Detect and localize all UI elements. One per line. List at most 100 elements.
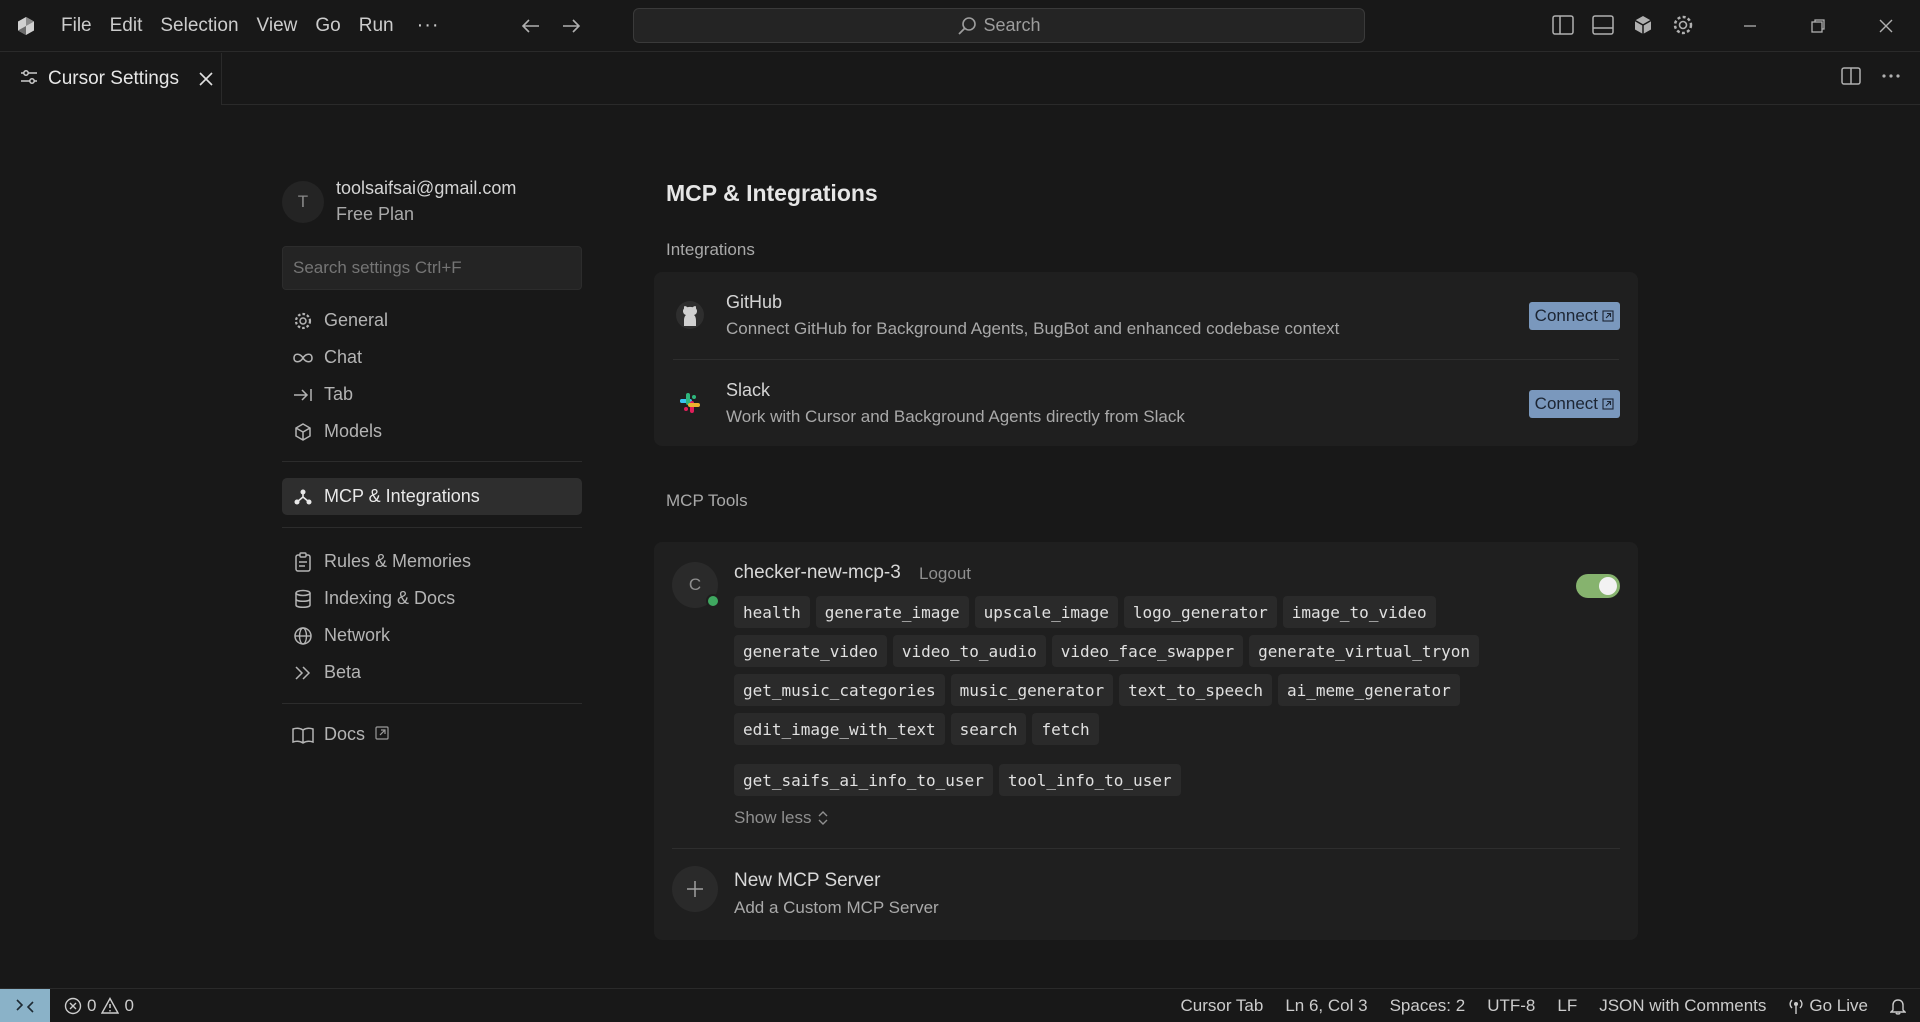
remote-icon — [16, 998, 34, 1013]
menu-file[interactable]: File — [52, 15, 101, 37]
sidebar-item-mcp-integrations[interactable]: MCP & Integrations — [282, 478, 582, 515]
slack-icon — [673, 386, 707, 420]
new-mcp-server-subtitle: Add a Custom MCP Server — [734, 898, 939, 917]
tool-chip: text_to_speech — [1119, 674, 1273, 706]
server-name: checker-new-mcp-3 — [734, 562, 901, 583]
menu-run[interactable]: Run — [350, 15, 403, 37]
tool-row: get_music_categories music_generator tex… — [734, 674, 1614, 706]
status-encoding[interactable]: UTF-8 — [1487, 996, 1535, 1016]
sidebar-item-label: Beta — [324, 662, 362, 682]
account-plan: Free Plan — [336, 204, 415, 224]
minimize-icon[interactable] — [1716, 0, 1784, 52]
external-link-icon — [375, 724, 389, 745]
page-title: MCP & Integrations — [666, 180, 878, 206]
tool-chip: video_face_swapper — [1051, 635, 1244, 667]
integrations-section-label: Integrations — [666, 240, 755, 259]
sidebar-item-label: Indexing & Docs — [324, 588, 456, 608]
toggle-panel-icon[interactable] — [1590, 10, 1616, 40]
slack-connect-button[interactable]: Connect — [1528, 390, 1620, 418]
tool-chip: generate_virtual_tryon — [1249, 635, 1480, 667]
tab-cursor-settings[interactable]: Cursor Settings — [0, 53, 222, 105]
forward-arrow-icon[interactable] — [558, 13, 584, 39]
settings-nav-group-4: Docs — [282, 716, 582, 753]
server-status-dot — [706, 594, 720, 608]
tool-chip: logo_generator — [1123, 596, 1277, 628]
sidebar-item-chat[interactable]: Chat — [282, 339, 582, 376]
toggle-knob — [1599, 577, 1617, 595]
sidebar-item-label: Tab — [324, 384, 354, 404]
cube-icon[interactable] — [1630, 10, 1656, 40]
external-link-icon — [1602, 398, 1614, 410]
editor-tab-bar: Cursor Settings — [0, 53, 1920, 105]
integration-github: GitHub Connect GitHub for Background Age… — [654, 272, 1638, 358]
sidebar-item-label: Network — [324, 625, 391, 645]
bell-icon[interactable] — [1890, 997, 1906, 1015]
github-connect-button[interactable]: Connect — [1528, 302, 1620, 330]
menu-selection[interactable]: Selection — [151, 15, 247, 37]
tool-chip: search — [950, 713, 1027, 745]
cursor-logo-icon — [0, 0, 52, 52]
database-icon — [292, 588, 314, 610]
status-cursor-tab[interactable]: Cursor Tab — [1181, 996, 1264, 1016]
menu-bar: File Edit Selection View Go Run ··· — [52, 0, 454, 52]
show-less-toggle[interactable]: Show less — [734, 808, 829, 828]
chevrons-right-icon — [292, 662, 314, 684]
back-arrow-icon[interactable] — [518, 13, 544, 39]
globe-icon — [292, 625, 314, 647]
gear-icon — [292, 310, 314, 332]
sidebar-item-indexing-docs[interactable]: Indexing & Docs — [282, 580, 582, 617]
menu-more-button[interactable]: ··· — [403, 14, 454, 37]
server-enabled-toggle[interactable] — [1576, 574, 1620, 598]
sidebar-item-general[interactable]: General — [282, 302, 582, 339]
toggle-sidebar-icon[interactable] — [1550, 10, 1576, 40]
sidebar-item-rules-memories[interactable]: Rules & Memories — [282, 543, 582, 580]
github-icon — [673, 298, 707, 332]
status-cursor-position[interactable]: Ln 6, Col 3 — [1285, 996, 1367, 1016]
tool-chip: get_music_categories — [734, 674, 945, 706]
restore-icon[interactable] — [1784, 0, 1852, 52]
command-search-box[interactable]: Search — [633, 8, 1365, 43]
settings-nav-group-2: MCP & Integrations — [282, 478, 582, 515]
sidebar-item-tab[interactable]: Tab — [282, 376, 582, 413]
add-mcp-server-button[interactable] — [672, 866, 718, 912]
infinity-icon — [292, 347, 314, 369]
close-tab-icon[interactable] — [195, 68, 217, 90]
sidebar-item-label: Docs — [324, 724, 366, 744]
sidebar-item-docs[interactable]: Docs — [282, 716, 582, 753]
sidebar-item-beta[interactable]: Beta — [282, 654, 582, 691]
history-nav — [518, 13, 584, 39]
status-language-mode[interactable]: JSON with Comments — [1599, 996, 1766, 1016]
tool-chip: health — [734, 596, 810, 628]
nodes-icon — [292, 486, 314, 508]
status-indentation[interactable]: Spaces: 2 — [1390, 996, 1466, 1016]
sidebar-item-models[interactable]: Models — [282, 413, 582, 450]
sidebar-item-label: Chat — [324, 347, 363, 367]
integration-name: GitHub — [726, 292, 783, 312]
problems-indicator[interactable]: 0 0 — [64, 996, 134, 1016]
mcp-tools-card: C checker-new-mcp-3 Logout health genera… — [654, 542, 1638, 940]
new-mcp-server-title[interactable]: New MCP Server — [734, 870, 880, 892]
menu-view[interactable]: View — [248, 15, 307, 37]
chevron-up-down-icon — [818, 811, 828, 825]
split-editor-icon[interactable] — [1840, 65, 1862, 92]
avatar: T — [282, 180, 324, 223]
server-logout-link[interactable]: Logout — [919, 564, 971, 584]
error-icon — [64, 997, 82, 1014]
remote-indicator-button[interactable] — [0, 989, 50, 1022]
mcp-tools-section-label: MCP Tools — [666, 491, 748, 510]
tool-chip: generate_video — [734, 635, 887, 667]
settings-gear-icon[interactable] — [1670, 10, 1696, 40]
status-line-ending[interactable]: LF — [1557, 996, 1577, 1016]
search-label: Search — [983, 15, 1041, 35]
account-email: toolsaifsai@gmail.com — [336, 178, 517, 198]
settings-search-input[interactable] — [282, 246, 582, 290]
more-actions-icon[interactable] — [1880, 65, 1902, 92]
layout-controls — [1550, 10, 1696, 40]
show-less-label: Show less — [734, 808, 812, 827]
go-live-button[interactable]: Go Live — [1788, 996, 1868, 1016]
close-window-icon[interactable] — [1852, 0, 1920, 52]
go-live-label: Go Live — [1809, 995, 1868, 1015]
menu-go[interactable]: Go — [306, 15, 349, 37]
menu-edit[interactable]: Edit — [101, 15, 152, 37]
sidebar-item-network[interactable]: Network — [282, 617, 582, 654]
